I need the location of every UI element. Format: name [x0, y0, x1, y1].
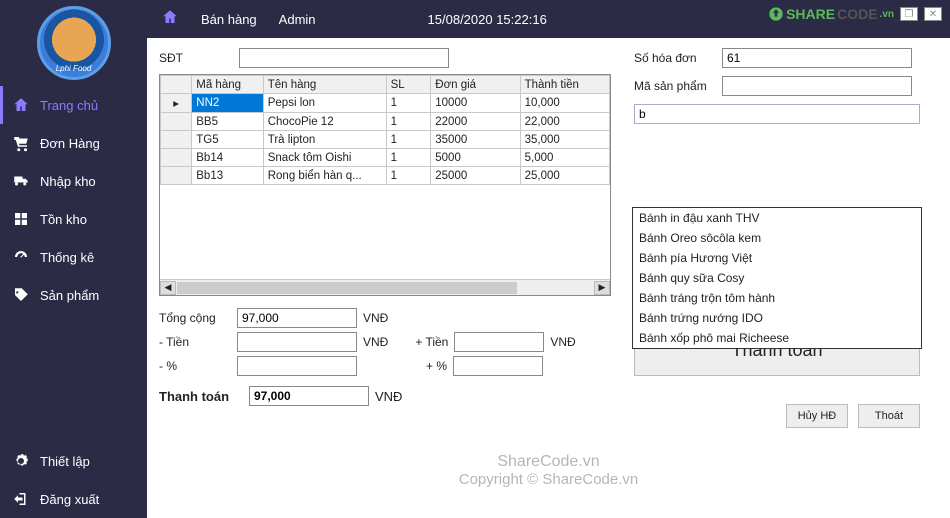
autocomplete-item[interactable]: Bánh pía Hương Việt [633, 248, 921, 268]
sidebar-item-label: Thống kê [40, 250, 94, 265]
logout-icon [12, 490, 30, 508]
window-controls: SHARECODE.vn ❐ ✕ [768, 6, 942, 22]
sidebar-item-boxes[interactable]: Tồn kho [0, 200, 147, 238]
plus-pct-input[interactable] [453, 356, 543, 376]
plus-pct-label: + % [397, 359, 447, 373]
pay-input[interactable] [249, 386, 369, 406]
sidebar-item-label: Đơn Hàng [40, 136, 100, 151]
sidebar-item-dashboard[interactable]: Thống kê [0, 238, 147, 276]
sdt-label: SĐT [159, 51, 239, 65]
autocomplete-item[interactable]: Bánh trứng nướng IDO [633, 308, 921, 328]
sidebar-item-truck[interactable]: Nhập kho [0, 162, 147, 200]
total-unit: VNĐ [363, 311, 388, 325]
grid-col-header[interactable]: Đơn giá [431, 76, 520, 94]
boxes-icon [12, 210, 30, 228]
cancel-invoice-button[interactable]: Hủy HĐ [786, 404, 848, 428]
sidebar-item-label: Trang chủ [40, 98, 98, 113]
unit: VNĐ [550, 335, 575, 349]
grid-col-header[interactable]: Mã hàng [192, 76, 263, 94]
plus-tien-input[interactable] [454, 332, 544, 352]
total-label: Tổng cộng [159, 311, 237, 325]
table-row[interactable]: BB5ChocoPie 1212200022,000 [161, 113, 610, 131]
table-row[interactable]: Bb13Rong biển hàn q...12500025,000 [161, 167, 610, 185]
sdt-input[interactable] [239, 48, 449, 68]
table-row[interactable]: TG5Trà lipton13500035,000 [161, 131, 610, 149]
sidebar-item-cart[interactable]: Đơn Hàng [0, 124, 147, 162]
sidebar-item-gear[interactable]: Thiết lập [0, 442, 147, 480]
totals-panel: Tổng cộng VNĐ - Tiền VNĐ + Tiền VNĐ - % [159, 308, 611, 406]
invoice-no-label: Số hóa đơn [634, 51, 722, 65]
home-icon [12, 96, 30, 114]
logo [0, 0, 147, 86]
sidebar-item-label: Sản phẩm [40, 288, 99, 303]
table-row[interactable]: ▸NN2Pepsi lon11000010,000 [161, 94, 610, 113]
grid-col-header[interactable]: Tên hàng [263, 76, 386, 94]
autocomplete-item[interactable]: Bánh quy sữa Cosy [633, 268, 921, 288]
home-icon[interactable] [161, 8, 179, 31]
grid-col-header[interactable]: Thành tiền [520, 76, 609, 94]
sidebar-item-label: Nhập kho [40, 174, 96, 189]
autocomplete-item[interactable]: Bánh Oreo sôcôla kem [633, 228, 921, 248]
total-input[interactable] [237, 308, 357, 328]
watermark: ShareCode.vn Copyright © ShareCode.vn [459, 453, 638, 488]
autocomplete-item[interactable]: Bánh xốp phô mai Richeese [633, 328, 921, 348]
content: SĐT Mã hàngTên hàngSLĐơn giáThành tiền▸N… [147, 38, 950, 518]
minus-tien-input[interactable] [237, 332, 357, 352]
pay-unit: VNĐ [375, 389, 402, 404]
product-code-input[interactable] [722, 76, 912, 96]
sidebar-item-tag[interactable]: Sản phẩm [0, 276, 147, 314]
truck-icon [12, 172, 30, 190]
dashboard-icon [12, 248, 30, 266]
nav-admin[interactable]: Admin [279, 12, 316, 27]
plus-tien-label: + Tiền [398, 335, 448, 349]
autocomplete-item[interactable]: Bánh in đậu xanh THV [633, 208, 921, 228]
sidebar-item-label: Thiết lập [40, 454, 90, 469]
sidebar-item-label: Đăng xuất [40, 492, 99, 507]
product-code-label: Mã sản phẩm [634, 79, 722, 93]
product-autocomplete-dropdown[interactable]: Bánh in đậu xanh THVBánh Oreo sôcôla kem… [632, 207, 922, 349]
sharecode-logo: SHARECODE.vn [768, 6, 894, 22]
exit-button[interactable]: Thoát [858, 404, 920, 428]
sidebar-item-label: Tồn kho [40, 212, 87, 227]
gear-icon [12, 452, 30, 470]
autocomplete-item[interactable]: Bánh tráng trộn tôm hành [633, 288, 921, 308]
window-restore-icon[interactable]: ❐ [900, 7, 918, 21]
unit: VNĐ [363, 335, 388, 349]
datetime: 15/08/2020 15:22:16 [428, 12, 547, 27]
pay-label: Thanh toán [159, 389, 249, 404]
invoice-no-input[interactable] [722, 48, 912, 68]
nav-sales[interactable]: Bán hàng [201, 12, 257, 27]
grid-col-header[interactable]: SL [386, 76, 431, 94]
minus-tien-label: - Tiền [159, 335, 237, 349]
grid-hscrollbar[interactable]: ◀▶ [160, 279, 610, 295]
tag-icon [12, 286, 30, 304]
minus-pct-input[interactable] [237, 356, 357, 376]
window-close-icon[interactable]: ✕ [924, 7, 942, 21]
sidebar: Trang chủ Đơn Hàng Nhập kho Tồn kho Thống kê… [0, 0, 147, 518]
sidebar-item-home[interactable]: Trang chủ [0, 86, 147, 124]
order-grid[interactable]: Mã hàngTên hàngSLĐơn giáThành tiền▸NN2Pe… [159, 74, 611, 296]
cart-icon [12, 134, 30, 152]
table-row[interactable]: Bb14Snack tôm Oishi150005,000 [161, 149, 610, 167]
sidebar-item-logout[interactable]: Đăng xuất [0, 480, 147, 518]
product-search-input[interactable] [634, 104, 920, 124]
minus-pct-label: - % [159, 359, 237, 373]
